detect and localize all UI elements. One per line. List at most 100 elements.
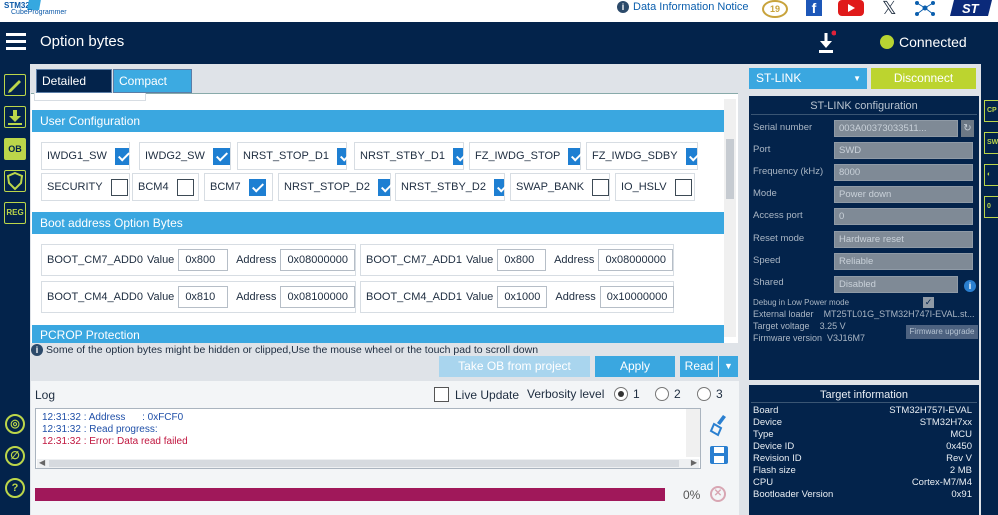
frequency-select[interactable]: 8000 — [834, 164, 973, 181]
read-dropdown-icon[interactable]: ▼ — [719, 356, 738, 377]
shared-info-icon[interactable]: i — [964, 280, 976, 292]
ti-val-flash-size: 2 MB — [949, 465, 972, 476]
checkbox[interactable] — [248, 178, 266, 196]
checkbox[interactable] — [212, 147, 230, 165]
option-security[interactable]: SECURITY — [41, 173, 130, 201]
tab-compact-view[interactable]: Compact view — [113, 69, 192, 111]
zero-nav[interactable]: 0 — [984, 196, 998, 218]
checkbox[interactable] — [114, 147, 129, 165]
shared-select[interactable]: Disabled — [834, 276, 958, 293]
option-io-hslv[interactable]: IO_HSLV — [615, 173, 695, 201]
read-button[interactable]: Read — [680, 356, 718, 377]
cancel-icon[interactable]: ✕ — [710, 486, 726, 502]
checkbox[interactable] — [110, 178, 128, 196]
st-logo-icon[interactable]: ST — [948, 0, 994, 18]
log-hscroll[interactable]: ◀ ▶ — [37, 458, 699, 468]
option-bytes-nav[interactable]: OB — [4, 138, 26, 160]
x-icon[interactable]: 𝕏 — [882, 0, 897, 19]
network-icon[interactable] — [914, 0, 936, 16]
checkbox[interactable] — [452, 147, 463, 165]
option-iwdg1-sw[interactable]: IWDG1_SW — [41, 142, 130, 170]
logo-line2: CubeProgrammer — [11, 9, 67, 16]
ti-key-revision-id: Revision ID — [753, 453, 802, 464]
scrollbar-thumb[interactable] — [726, 139, 734, 199]
disconnect-button[interactable]: Disconnect — [871, 68, 976, 89]
swv-icon[interactable]: ◎ — [5, 414, 25, 434]
edit-memory-icon[interactable] — [4, 74, 26, 96]
scroll-left-icon[interactable]: ◀ — [39, 458, 45, 467]
download-program-icon[interactable] — [4, 106, 26, 128]
value-input[interactable]: 0x1000 — [497, 286, 548, 308]
save-log-icon[interactable] — [709, 444, 729, 466]
address-input[interactable]: 0x10000000 — [599, 286, 675, 308]
target-voltage-value: 3.25 V — [819, 321, 846, 331]
verbosity-radio-1[interactable] — [614, 387, 628, 401]
interface-select[interactable]: ST-LINK ▼ — [749, 68, 867, 89]
checkbox[interactable] — [568, 147, 580, 165]
hamburger-menu-icon[interactable] — [6, 33, 26, 51]
address-input[interactable]: 0x08000000 — [598, 249, 673, 271]
hide-icon[interactable]: ◐ — [984, 164, 998, 186]
verbosity-radio-2[interactable] — [655, 387, 669, 401]
address-input[interactable]: 0x08100000 — [280, 286, 355, 308]
sw-nav[interactable]: SW — [984, 132, 998, 154]
reset-mode-select[interactable]: Hardware reset — [834, 231, 973, 248]
registers-nav[interactable]: REG — [4, 202, 26, 224]
anniversary-19-icon[interactable]: 19 — [762, 0, 788, 18]
option-nrst-stop-d2[interactable]: NRST_STOP_D2 — [278, 173, 391, 201]
option-nrst-stop-d1[interactable]: NRST_STOP_D1 — [237, 142, 347, 170]
live-update-checkbox[interactable] — [434, 387, 449, 402]
option-label: NRST_STBY_D1 — [360, 150, 445, 162]
option-swap-bank[interactable]: SWAP_BANK — [510, 173, 610, 201]
checkbox[interactable] — [337, 147, 346, 165]
verbosity-radio-3[interactable] — [697, 387, 711, 401]
youtube-icon[interactable] — [838, 0, 864, 16]
option-iwdg2-sw[interactable]: IWDG2_SW — [139, 142, 231, 170]
section-pcrop: PCROP Protection — [32, 325, 724, 343]
checkbox[interactable] — [176, 178, 194, 196]
help-icon[interactable]: ? — [5, 478, 25, 498]
checkbox[interactable] — [674, 178, 692, 196]
value-input[interactable]: 0x800 — [178, 249, 229, 271]
firmware-upgrade-button[interactable]: Firmware upgrade — [906, 325, 978, 339]
option-label: NRST_STOP_D2 — [284, 181, 370, 193]
checkbox[interactable] — [493, 178, 504, 196]
data-information-link[interactable]: i Data Information Notice — [617, 0, 749, 14]
apply-button[interactable]: Apply — [595, 356, 675, 377]
checkbox[interactable] — [378, 178, 390, 196]
option-fz-iwdg-sdby[interactable]: FZ_IWDG_SDBY — [586, 142, 698, 170]
facebook-icon[interactable]: f — [806, 0, 822, 16]
value-input[interactable]: 0x800 — [497, 249, 547, 271]
shield-icon[interactable] — [4, 170, 26, 192]
checkbox[interactable] — [592, 178, 609, 196]
address-input[interactable]: 0x08000000 — [280, 249, 355, 271]
data-information-label: Data Information Notice — [633, 1, 749, 13]
debug-low-power-checkbox[interactable]: ✓ — [923, 297, 934, 308]
refresh-icon[interactable]: ↻ — [961, 120, 974, 137]
checkbox[interactable] — [685, 147, 697, 165]
option-bytes-scrollbar[interactable] — [724, 99, 736, 337]
hscroll-thumb[interactable] — [49, 460, 679, 467]
mode-select[interactable]: Power down — [834, 186, 973, 203]
download-icon[interactable] — [818, 30, 837, 54]
scroll-hint-text: Some of the option bytes might be hidden… — [46, 343, 539, 356]
take-ob-from-project-button[interactable]: Take OB from project settings — [439, 356, 590, 394]
option-bcm7[interactable]: BCM7 — [204, 173, 273, 201]
link-icon[interactable]: ∅ — [5, 446, 25, 466]
value-input[interactable]: 0x810 — [178, 286, 229, 308]
access-port-select[interactable]: 0 — [834, 208, 973, 225]
log-vscroll[interactable] — [686, 409, 700, 457]
scroll-right-icon[interactable]: ▶ — [691, 458, 697, 467]
cp-nav[interactable]: CP — [984, 100, 998, 122]
option-bcm4[interactable]: BCM4 — [132, 173, 199, 201]
tab-detailed-view[interactable]: Detailed view — [36, 69, 112, 111]
clear-log-icon[interactable] — [709, 413, 729, 437]
port-select[interactable]: SWD — [834, 142, 973, 159]
option-nrst-stby-d2[interactable]: NRST_STBY_D2 — [395, 173, 505, 201]
external-loader-row: External loader MT25TL01G_STM32H747I-EVA… — [753, 309, 974, 319]
serial-number-select[interactable]: 003A00373033511... — [834, 120, 958, 137]
option-fz-iwdg-stop[interactable]: FZ_IWDG_STOP — [469, 142, 581, 170]
speed-select[interactable]: Reliable — [834, 253, 973, 270]
divider — [751, 402, 977, 403]
option-nrst-stby-d1[interactable]: NRST_STBY_D1 — [354, 142, 464, 170]
